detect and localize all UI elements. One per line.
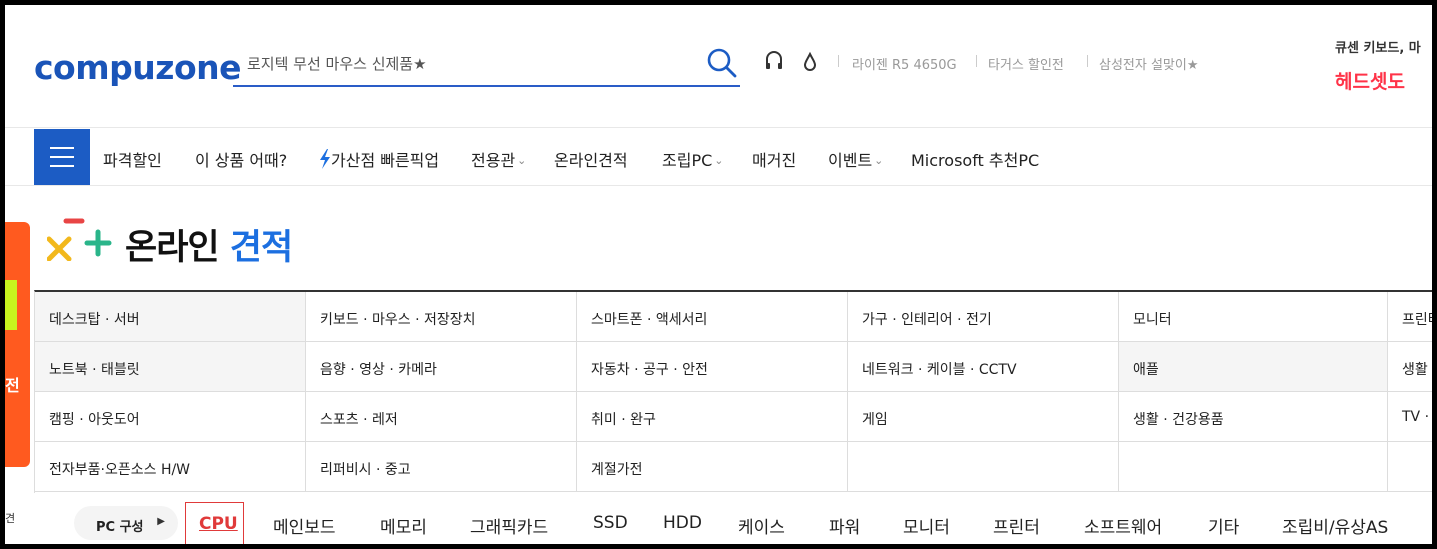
tab-monitor[interactable]: 모니터 [903, 513, 950, 538]
side-banner[interactable]: 전 [5, 222, 30, 467]
category-cell[interactable]: 음향 · 영상 · 카메라 [306, 342, 577, 392]
category-cell[interactable]: 스포츠 · 레저 [306, 392, 577, 442]
category-cell[interactable]: 게임 [848, 392, 1119, 442]
menu-icon [50, 156, 74, 158]
keyword-divider [838, 55, 839, 67]
tab-memory[interactable]: 메모리 [380, 513, 427, 538]
tab-ssd[interactable]: SSD [593, 513, 628, 533]
nav-divider [5, 185, 1432, 186]
chevron-down-icon: ⌄ [714, 154, 724, 167]
chevron-down-icon: ⌄ [874, 154, 884, 167]
category-cell[interactable]: 가구 · 인테리어 · 전기 [848, 292, 1119, 342]
nav-item-event[interactable]: 이벤트 ⌄ [828, 147, 883, 171]
category-cell-empty [1388, 442, 1432, 492]
category-cell[interactable]: 캠핑 · 아웃도어 [35, 392, 306, 442]
promo-text[interactable]: 큐센 키보드, 마 [1335, 37, 1421, 56]
hamburger-menu-button[interactable] [34, 129, 90, 185]
pc-build-toggle[interactable]: PC 구성 ▶ [74, 506, 178, 540]
category-cell[interactable]: 자동차 · 공구 · 안전 [577, 342, 848, 392]
nav-item-brand-shop[interactable]: 전용관 ⌄ [471, 147, 526, 171]
search-icon[interactable] [704, 46, 740, 80]
tab-cpu[interactable]: CPU [185, 502, 244, 544]
tab-label: CPU [199, 514, 238, 534]
nav-item-recommend[interactable]: 이 상품 어때? [195, 147, 287, 171]
water-drop-icon[interactable] [799, 51, 821, 73]
nav-item-label: Microsoft 추천PC [911, 151, 1040, 170]
promo-headline[interactable]: 헤드셋도 [1335, 67, 1405, 94]
category-cell[interactable]: 리퍼비시 · 중고 [306, 442, 577, 492]
tab-software[interactable]: 소프트웨어 [1084, 513, 1162, 538]
lightning-icon [320, 149, 330, 169]
headset-icon[interactable] [763, 51, 785, 73]
keyword-link[interactable]: 라이젠 R5 4650G [852, 54, 957, 73]
category-cell[interactable]: 노트북 · 태블릿 [35, 342, 306, 392]
tab-printer[interactable]: 프린터 [993, 513, 1040, 538]
category-cell[interactable]: 전자부품·오픈소스 H/W [35, 442, 306, 492]
category-cell-empty [848, 442, 1119, 492]
nav-item-magazine[interactable]: 매거진 [752, 147, 796, 171]
nav-item-online-quote[interactable]: 온라인견적 [554, 147, 628, 171]
tab-case[interactable]: 케이스 [738, 513, 785, 538]
category-cell[interactable]: 스마트폰 · 액세서리 [577, 292, 848, 342]
nav-item-assembled-pc[interactable]: 조립PC ⌄ [662, 147, 723, 171]
quote-logo-icon [46, 217, 113, 262]
chevron-down-icon: ⌄ [517, 154, 527, 167]
tab-graphics-card[interactable]: 그래픽카드 [470, 513, 548, 538]
nav-item-label: 이벤트 [828, 151, 873, 170]
nav-item-label: 이 상품 어때? [195, 151, 288, 170]
menu-icon [50, 147, 74, 149]
pc-build-tabs: PC 구성 ▶ CPU 메인보드 메모리 그래픽카드 SSD HDD 케이스 파… [5, 500, 1432, 544]
nav-item-discount[interactable]: 파격할인 [103, 147, 162, 171]
category-cell[interactable]: 계절가전 [577, 442, 848, 492]
search-bar [233, 43, 740, 87]
category-cell[interactable]: 모니터 [1119, 292, 1388, 342]
nav-item-label: 매거진 [752, 151, 797, 170]
category-cell[interactable]: 생활 [1388, 342, 1432, 392]
tab-power[interactable]: 파워 [829, 513, 860, 538]
page: compuzone 라이젠 R5 4650G 타거스 할인전 삼성전자 설맞이★… [5, 5, 1432, 544]
category-cell-empty [1119, 442, 1388, 492]
nav-item-microsoft-pc[interactable]: Microsoft 추천PC [911, 147, 1039, 171]
page-title-text: 온라인 견적 [125, 219, 293, 270]
side-banner-text: 전 [5, 376, 20, 395]
category-cell[interactable]: 키보드 · 마우스 · 저장장치 [306, 292, 577, 342]
keyword-divider [976, 55, 977, 67]
category-grid: 데스크탑 · 서버 키보드 · 마우스 · 저장장치 스마트폰 · 액세서리 가… [34, 290, 1432, 493]
category-cell[interactable]: 생활 · 건강용품 [1119, 392, 1388, 442]
keyword-divider [1087, 55, 1088, 67]
caret-right-icon: ▶ [157, 516, 165, 527]
nav-item-label: 전용관 [471, 151, 516, 170]
compuzone-logo[interactable]: compuzone [34, 48, 242, 87]
keyword-link[interactable]: 삼성전자 설맞이★ [1099, 54, 1199, 73]
category-cell[interactable]: 네트워크 · 케이블 · CCTV [848, 342, 1119, 392]
tab-assembly-service[interactable]: 조립비/유상AS [1282, 513, 1388, 538]
tab-etc[interactable]: 기타 [1208, 513, 1239, 538]
category-cell[interactable]: 데스크탑 · 서버 [35, 292, 306, 342]
title-main: 온라인 [125, 228, 220, 268]
nav-divider [5, 127, 1432, 128]
search-input[interactable] [247, 51, 687, 77]
tab-hdd[interactable]: HDD [663, 513, 702, 533]
keyword-link[interactable]: 타거스 할인전 [988, 54, 1064, 73]
category-cell[interactable]: 취미 · 완구 [577, 392, 848, 442]
menu-icon [50, 165, 74, 167]
category-cell[interactable]: 애플 [1119, 342, 1388, 392]
nav-item-label: 파격할인 [103, 151, 162, 170]
nav-item-label: 가산점 빠른픽업 [331, 151, 440, 170]
nav-item-quick-pickup[interactable]: 가산점 빠른픽업 [319, 147, 439, 171]
category-cell[interactable]: TV · [1388, 392, 1432, 442]
category-cell[interactable]: 프린터 [1388, 292, 1432, 342]
pc-build-label: PC 구성 [96, 520, 144, 535]
nav-item-label: 조립PC [662, 151, 713, 170]
tab-mainboard[interactable]: 메인보드 [273, 513, 336, 538]
nav-item-label: 온라인견적 [554, 151, 628, 170]
banner-accent [5, 280, 17, 330]
title-accent: 견적 [229, 228, 293, 268]
